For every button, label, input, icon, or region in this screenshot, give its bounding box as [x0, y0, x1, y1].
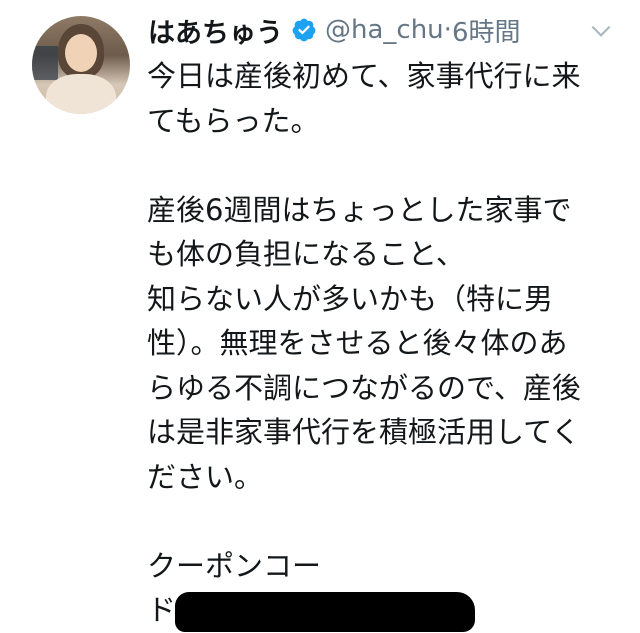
tweet-text-line: ださい。	[147, 459, 264, 494]
coupon-code-line: ド:	[147, 588, 627, 633]
avatar-body	[46, 74, 116, 114]
tweet-text-line: も体の負担になること、	[147, 237, 465, 271]
verified-badge-icon	[292, 18, 316, 42]
avatar[interactable]	[32, 16, 130, 114]
avatar-background	[32, 46, 58, 80]
chevron-down-icon[interactable]	[588, 18, 614, 44]
tweet-timestamp[interactable]: 6時間	[452, 12, 521, 49]
tweet-text-line: クーポンコー	[147, 548, 322, 583]
tweet-text-line: てもらった。	[147, 103, 320, 138]
avatar-face	[65, 34, 97, 72]
tweet-text-line: は是非家事代行を積極活用してく	[147, 415, 581, 449]
redacted-coupon-code	[175, 592, 475, 632]
tweet-header: はあちゅう @ha_chu · 6時間	[148, 10, 520, 50]
tweet-text-line: 産後6週間はちょっとした家事で	[147, 192, 572, 227]
tweet-text-line: 今日は産後初めて、家事代行に来	[147, 59, 581, 93]
tweet-text-blank	[147, 499, 627, 544]
author-name[interactable]: はあちゅう	[148, 11, 283, 50]
separator-dot: ·	[443, 15, 452, 45]
tweet-text-line: 性）。無理をさせると後々体のあ	[147, 326, 568, 360]
author-handle[interactable]: @ha_chu	[325, 15, 444, 45]
tweet-text-line: らゆる不調につながるので、産後	[147, 370, 581, 405]
tweet-text-blank	[147, 143, 627, 188]
tweet-text-line: 知らない人が多いかも（特に男	[147, 281, 554, 316]
tweet-text: 今日は産後初めて、家事代行に来 てもらった。 産後6週間はちょっとした家事で も…	[147, 54, 627, 633]
